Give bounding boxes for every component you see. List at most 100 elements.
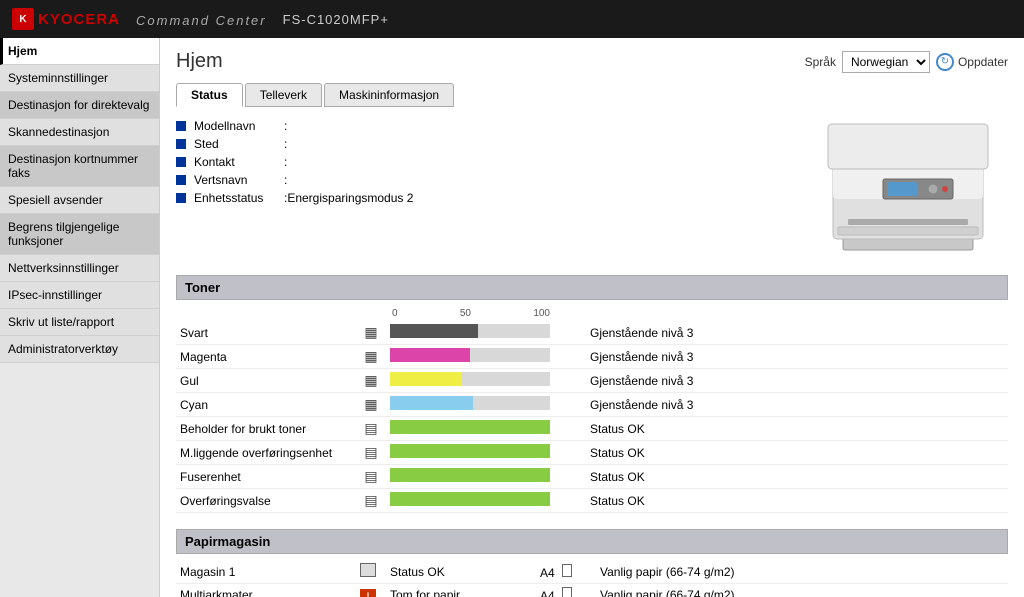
label-sted: Sted xyxy=(194,137,284,151)
model-name: FS-C1020MFP+ xyxy=(283,12,389,27)
sidebar-item-skriv-ut[interactable]: Skriv ut liste/rapport xyxy=(0,309,159,336)
tab-maskininformasjon[interactable]: Maskininformasjon xyxy=(324,83,454,107)
app-title: Command Center xyxy=(136,9,267,30)
sidebar-item-skannedestinasjon[interactable]: Skannedestinasjon xyxy=(0,119,159,146)
paper-icon-magasin1 xyxy=(360,563,376,577)
toner-bar-cyan xyxy=(390,396,550,410)
toner-name-fuserenhet: Fuserenhet xyxy=(176,465,356,489)
toner-icon-fuserenhet: ▤ xyxy=(364,468,377,484)
toner-name-overforingsvalse: Overføringsvalse xyxy=(176,489,356,513)
toner-icon-beholder: ▤ xyxy=(364,420,377,436)
toner-status-fuserenhet: Status OK xyxy=(586,465,1008,489)
label-enhetsstatus: Enhetsstatus xyxy=(194,191,284,205)
bullet xyxy=(176,139,186,149)
toner-scale-row: 0 50 100 xyxy=(176,306,1008,321)
paper-size-magasin1: A4 xyxy=(540,566,555,580)
toner-bar-gul xyxy=(390,372,550,386)
label-modellnavn: Modellnavn xyxy=(194,119,284,133)
printer-illustration xyxy=(823,119,993,259)
sidebar-item-admin[interactable]: Administratorverktøy xyxy=(0,336,159,363)
main-content: Hjem Språk Norwegian English ↻ Oppdater … xyxy=(160,38,1024,597)
sidebar-item-hjem[interactable]: Hjem xyxy=(0,38,159,65)
toner-status-gul: Gjenstående nivå 3 xyxy=(586,369,1008,393)
logo: K KYOCERA xyxy=(12,8,120,30)
toner-icon-mliggende: ▤ xyxy=(364,444,377,460)
toner-name-gul: Gul xyxy=(176,369,356,393)
scale-max: 100 xyxy=(533,308,550,319)
label-vertsnavn: Vertsnavn xyxy=(194,173,284,187)
scale-min: 0 xyxy=(392,308,398,319)
bullet xyxy=(176,175,186,185)
paper-name-multiarkmater: Multiarkmater xyxy=(176,584,356,597)
toner-status-svart: Gjenstående nivå 3 xyxy=(586,321,1008,345)
toner-row-cyan: Cyan ▦ Gjenstående nivå 3 xyxy=(176,393,1008,417)
toner-status-magenta: Gjenstående nivå 3 xyxy=(586,345,1008,369)
toner-row-svart: Svart ▦ Gjenstående nivå 3 xyxy=(176,321,1008,345)
toner-row-beholder: Beholder for brukt toner ▤ Status OK xyxy=(176,417,1008,441)
paper-row-multiarkmater: Multiarkmater ! Tom for papir A4 Vanlig … xyxy=(176,584,1008,597)
tab-status[interactable]: Status xyxy=(176,83,243,107)
tab-bar: Status Telleverk Maskininformasjon xyxy=(176,83,1008,107)
toner-name-svart: Svart xyxy=(176,321,356,345)
status-row-kontakt: Kontakt : xyxy=(176,155,788,169)
sidebar: Hjem Systeminnstillinger Destinasjon for… xyxy=(0,38,160,597)
paper-status-multiarkmater: Tom for papir xyxy=(386,584,536,597)
bullet xyxy=(176,121,186,131)
page-header: Hjem Språk Norwegian English ↻ Oppdater xyxy=(176,50,1008,73)
kyocera-brand: KYOCERA xyxy=(38,11,120,28)
sidebar-item-nettverksinnstillinger[interactable]: Nettverksinnstillinger xyxy=(0,255,159,282)
toner-name-mliggende: M.liggende overføringsenhet xyxy=(176,441,356,465)
toner-bar-magenta xyxy=(390,348,550,362)
toner-row-magenta: Magenta ▦ Gjenstående nivå 3 xyxy=(176,345,1008,369)
label-kontakt: Kontakt xyxy=(194,155,284,169)
toner-status-cyan: Gjenstående nivå 3 xyxy=(586,393,1008,417)
paper-name-magasin1: Magasin 1 xyxy=(176,560,356,584)
toner-name-cyan: Cyan xyxy=(176,393,356,417)
paper-size-icon-multiarkmater xyxy=(562,587,572,597)
refresh-label: Oppdater xyxy=(958,55,1008,69)
tab-telleverk[interactable]: Telleverk xyxy=(245,83,322,107)
printer-image-area xyxy=(808,119,1008,259)
paper-type-magasin1: Vanlig papir (66-74 g/m2) xyxy=(596,560,1008,584)
refresh-icon: ↻ xyxy=(936,53,954,71)
toner-row-overforingsvalse: Overføringsvalse ▤ Status OK xyxy=(176,489,1008,513)
toner-status-mliggende: Status OK xyxy=(586,441,1008,465)
toner-bar-svart xyxy=(390,324,550,338)
toner-table: 0 50 100 Svart ▦ Gjenstående nivå 3 xyxy=(176,306,1008,513)
status-info: Modellnavn : Sted : Kontakt : xyxy=(176,119,1008,259)
toner-icon-cyan: ▦ xyxy=(364,396,377,412)
kyocera-logo-icon: K xyxy=(12,8,34,30)
sidebar-item-destinasjon-faks[interactable]: Destinasjon kortnummer faks xyxy=(0,146,159,187)
sidebar-item-spesiell-avsender[interactable]: Spesiell avsender xyxy=(0,187,159,214)
paper-type-multiarkmater: Vanlig papir (66-74 g/m2) xyxy=(596,584,1008,597)
paper-status-magasin1: Status OK xyxy=(386,560,536,584)
sidebar-item-systeminnstillinger[interactable]: Systeminnstillinger xyxy=(0,65,159,92)
toner-row-mliggende: M.liggende overføringsenhet ▤ Status OK xyxy=(176,441,1008,465)
language-select[interactable]: Norwegian English xyxy=(842,51,930,73)
toner-icon-gul: ▦ xyxy=(364,372,377,388)
paper-icon-warning-multiarkmater: ! xyxy=(360,589,376,597)
status-row-enhetsstatus: Enhetsstatus :Energisparingsmodus 2 xyxy=(176,191,788,205)
toner-row-gul: Gul ▦ Gjenstående nivå 3 xyxy=(176,369,1008,393)
sidebar-item-begrens[interactable]: Begrens tilgjengelige funksjoner xyxy=(0,214,159,255)
toner-icon-overforingsvalse: ▤ xyxy=(364,492,377,508)
toner-icon-svart: ▦ xyxy=(364,324,377,340)
refresh-button[interactable]: ↻ Oppdater xyxy=(936,53,1008,71)
paper-row-magasin1: Magasin 1 Status OK A4 Vanlig papir (66-… xyxy=(176,560,1008,584)
status-row-modellnavn: Modellnavn : xyxy=(176,119,788,133)
toner-section-header: Toner xyxy=(176,275,1008,300)
sidebar-item-ipsec[interactable]: IPsec-innstillinger xyxy=(0,282,159,309)
toner-row-fuserenhet: Fuserenhet ▤ Status OK xyxy=(176,465,1008,489)
status-row-sted: Sted : xyxy=(176,137,788,151)
bullet xyxy=(176,193,186,203)
paper-size-icon-magasin1 xyxy=(562,564,572,577)
status-fields: Modellnavn : Sted : Kontakt : xyxy=(176,119,788,259)
main-layout: Hjem Systeminnstillinger Destinasjon for… xyxy=(0,38,1024,597)
toner-bar-fuserenhet xyxy=(390,468,550,482)
language-area: Språk Norwegian English ↻ Oppdater xyxy=(805,51,1008,73)
sidebar-item-destinasjon-direktevalg[interactable]: Destinasjon for direktevalg xyxy=(0,92,159,119)
bullet xyxy=(176,157,186,167)
page-title: Hjem xyxy=(176,50,223,73)
paper-section-header: Papirmagasin xyxy=(176,529,1008,554)
toner-bar-mliggende xyxy=(390,444,550,458)
